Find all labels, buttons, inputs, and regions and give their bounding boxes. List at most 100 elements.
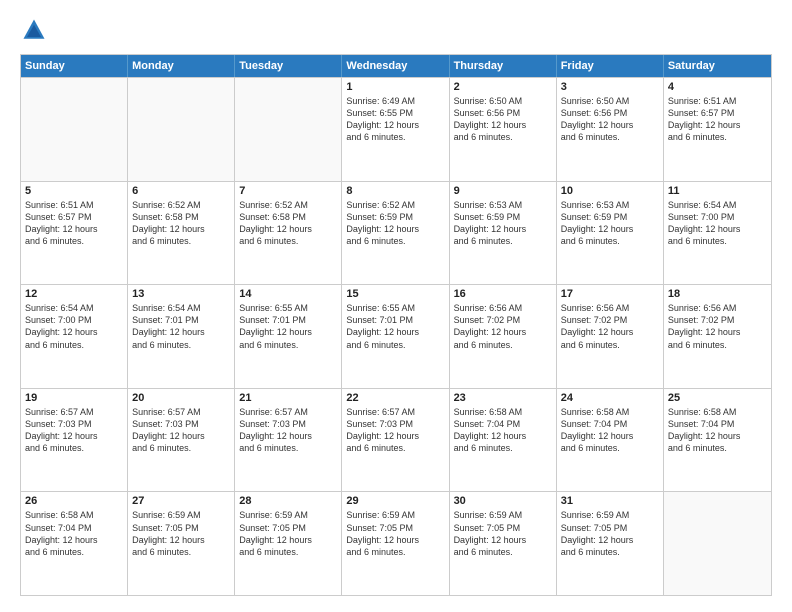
day-info: Sunrise: 6:51 AM Sunset: 6:57 PM Dayligh… [25,199,123,248]
header-cell-friday: Friday [557,55,664,77]
day-number: 23 [454,392,552,404]
day-number: 6 [132,185,230,197]
calendar-body: 1Sunrise: 6:49 AM Sunset: 6:55 PM Daylig… [21,77,771,595]
day-info: Sunrise: 6:50 AM Sunset: 6:56 PM Dayligh… [561,95,659,144]
day-number: 20 [132,392,230,404]
header-cell-thursday: Thursday [450,55,557,77]
day-info: Sunrise: 6:54 AM Sunset: 7:00 PM Dayligh… [668,199,767,248]
day-info: Sunrise: 6:58 AM Sunset: 7:04 PM Dayligh… [668,406,767,455]
day-number: 14 [239,288,337,300]
calendar-week-4: 19 Sunrise: 6:57 AM Sunset: 7:03 PM Dayli… [21,388,771,492]
header [20,16,772,44]
cal-cell-4-3: 21 Sunrise: 6:57 AM Sunset: 7:03 PM Dayli… [235,389,342,492]
cal-cell-3-5: 16Sunrise: 6:56 AM Sunset: 7:02 PM Dayli… [450,285,557,388]
cal-cell-3-1: 12Sunrise: 6:54 AM Sunset: 7:00 PM Dayli… [21,285,128,388]
day-number: 21 [239,392,337,404]
day-number: 30 [454,495,552,507]
cal-cell-4-6: 24 Sunrise: 6:58 AM Sunset: 7:04 PM Dayli… [557,389,664,492]
calendar-week-3: 12Sunrise: 6:54 AM Sunset: 7:00 PM Dayli… [21,284,771,388]
day-info: Sunrise: 6:57 AM Sunset: 7:03 PM Dayligh… [239,406,337,455]
cal-cell-5-1: 26 Sunrise: 6:58 AM Sunset: 7:04 PM Dayli… [21,492,128,595]
cal-cell-2-1: 5 Sunrise: 6:51 AM Sunset: 6:57 PM Daylig… [21,182,128,285]
logo [20,16,52,44]
cal-cell-3-6: 17 Sunrise: 6:56 AM Sunset: 7:02 PM Dayli… [557,285,664,388]
day-number: 22 [346,392,444,404]
day-number: 13 [132,288,230,300]
day-info: Sunrise: 6:55 AM Sunset: 7:01 PM Dayligh… [346,302,444,351]
day-number: 3 [561,81,659,93]
day-info: Sunrise: 6:57 AM Sunset: 7:03 PM Dayligh… [132,406,230,455]
day-number: 29 [346,495,444,507]
day-info: Sunrise: 6:54 AM Sunset: 7:00 PM Dayligh… [25,302,123,351]
day-info: Sunrise: 6:54 AM Sunset: 7:01 PM Dayligh… [132,302,230,351]
header-cell-saturday: Saturday [664,55,771,77]
day-number: 9 [454,185,552,197]
day-number: 7 [239,185,337,197]
cal-cell-5-3: 28 Sunrise: 6:59 AM Sunset: 7:05 PM Dayli… [235,492,342,595]
day-number: 4 [668,81,767,93]
header-cell-sunday: Sunday [21,55,128,77]
calendar: SundayMondayTuesdayWednesdayThursdayFrid… [20,54,772,596]
calendar-week-5: 26 Sunrise: 6:58 AM Sunset: 7:04 PM Dayli… [21,491,771,595]
day-number: 19 [25,392,123,404]
day-number: 10 [561,185,659,197]
cal-cell-1-7: 4 Sunrise: 6:51 AM Sunset: 6:57 PM Daylig… [664,78,771,181]
day-info: Sunrise: 6:53 AM Sunset: 6:59 PM Dayligh… [454,199,552,248]
cal-cell-1-4: 1Sunrise: 6:49 AM Sunset: 6:55 PM Daylig… [342,78,449,181]
cal-cell-1-5: 2Sunrise: 6:50 AM Sunset: 6:56 PM Daylig… [450,78,557,181]
day-info: Sunrise: 6:51 AM Sunset: 6:57 PM Dayligh… [668,95,767,144]
cal-cell-3-2: 13 Sunrise: 6:54 AM Sunset: 7:01 PM Dayli… [128,285,235,388]
calendar-week-1: 1Sunrise: 6:49 AM Sunset: 6:55 PM Daylig… [21,77,771,181]
header-cell-wednesday: Wednesday [342,55,449,77]
cal-cell-3-4: 15 Sunrise: 6:55 AM Sunset: 7:01 PM Dayli… [342,285,449,388]
calendar-header: SundayMondayTuesdayWednesdayThursdayFrid… [21,55,771,77]
day-info: Sunrise: 6:52 AM Sunset: 6:59 PM Dayligh… [346,199,444,248]
day-number: 15 [346,288,444,300]
day-info: Sunrise: 6:58 AM Sunset: 7:04 PM Dayligh… [561,406,659,455]
day-info: Sunrise: 6:59 AM Sunset: 7:05 PM Dayligh… [239,509,337,558]
cal-cell-1-3 [235,78,342,181]
day-info: Sunrise: 6:58 AM Sunset: 7:04 PM Dayligh… [454,406,552,455]
cal-cell-2-7: 11 Sunrise: 6:54 AM Sunset: 7:00 PM Dayli… [664,182,771,285]
day-info: Sunrise: 6:56 AM Sunset: 7:02 PM Dayligh… [561,302,659,351]
page: SundayMondayTuesdayWednesdayThursdayFrid… [0,0,792,612]
cal-cell-5-2: 27 Sunrise: 6:59 AM Sunset: 7:05 PM Dayli… [128,492,235,595]
cal-cell-4-5: 23 Sunrise: 6:58 AM Sunset: 7:04 PM Dayli… [450,389,557,492]
calendar-week-2: 5 Sunrise: 6:51 AM Sunset: 6:57 PM Daylig… [21,181,771,285]
day-info: Sunrise: 6:53 AM Sunset: 6:59 PM Dayligh… [561,199,659,248]
day-number: 16 [454,288,552,300]
cal-cell-5-6: 31 Sunrise: 6:59 AM Sunset: 7:05 PM Dayli… [557,492,664,595]
day-number: 28 [239,495,337,507]
day-info: Sunrise: 6:58 AM Sunset: 7:04 PM Dayligh… [25,509,123,558]
day-number: 26 [25,495,123,507]
cal-cell-2-4: 8Sunrise: 6:52 AM Sunset: 6:59 PM Daylig… [342,182,449,285]
cal-cell-5-7 [664,492,771,595]
day-info: Sunrise: 6:50 AM Sunset: 6:56 PM Dayligh… [454,95,552,144]
day-info: Sunrise: 6:52 AM Sunset: 6:58 PM Dayligh… [132,199,230,248]
day-info: Sunrise: 6:59 AM Sunset: 7:05 PM Dayligh… [561,509,659,558]
cal-cell-2-5: 9 Sunrise: 6:53 AM Sunset: 6:59 PM Daylig… [450,182,557,285]
cal-cell-5-5: 30 Sunrise: 6:59 AM Sunset: 7:05 PM Dayli… [450,492,557,595]
day-number: 27 [132,495,230,507]
day-info: Sunrise: 6:57 AM Sunset: 7:03 PM Dayligh… [25,406,123,455]
day-number: 5 [25,185,123,197]
day-number: 31 [561,495,659,507]
day-info: Sunrise: 6:55 AM Sunset: 7:01 PM Dayligh… [239,302,337,351]
day-number: 17 [561,288,659,300]
day-info: Sunrise: 6:59 AM Sunset: 7:05 PM Dayligh… [454,509,552,558]
header-cell-monday: Monday [128,55,235,77]
cal-cell-1-6: 3 Sunrise: 6:50 AM Sunset: 6:56 PM Daylig… [557,78,664,181]
cal-cell-4-4: 22 Sunrise: 6:57 AM Sunset: 7:03 PM Dayli… [342,389,449,492]
logo-icon [20,16,48,44]
day-info: Sunrise: 6:59 AM Sunset: 7:05 PM Dayligh… [346,509,444,558]
cal-cell-1-2 [128,78,235,181]
cal-cell-2-3: 7Sunrise: 6:52 AM Sunset: 6:58 PM Daylig… [235,182,342,285]
day-number: 24 [561,392,659,404]
cal-cell-2-6: 10 Sunrise: 6:53 AM Sunset: 6:59 PM Dayli… [557,182,664,285]
day-info: Sunrise: 6:59 AM Sunset: 7:05 PM Dayligh… [132,509,230,558]
day-number: 11 [668,185,767,197]
cal-cell-2-2: 6 Sunrise: 6:52 AM Sunset: 6:58 PM Daylig… [128,182,235,285]
day-info: Sunrise: 6:57 AM Sunset: 7:03 PM Dayligh… [346,406,444,455]
cal-cell-3-7: 18Sunrise: 6:56 AM Sunset: 7:02 PM Dayli… [664,285,771,388]
cal-cell-1-1 [21,78,128,181]
